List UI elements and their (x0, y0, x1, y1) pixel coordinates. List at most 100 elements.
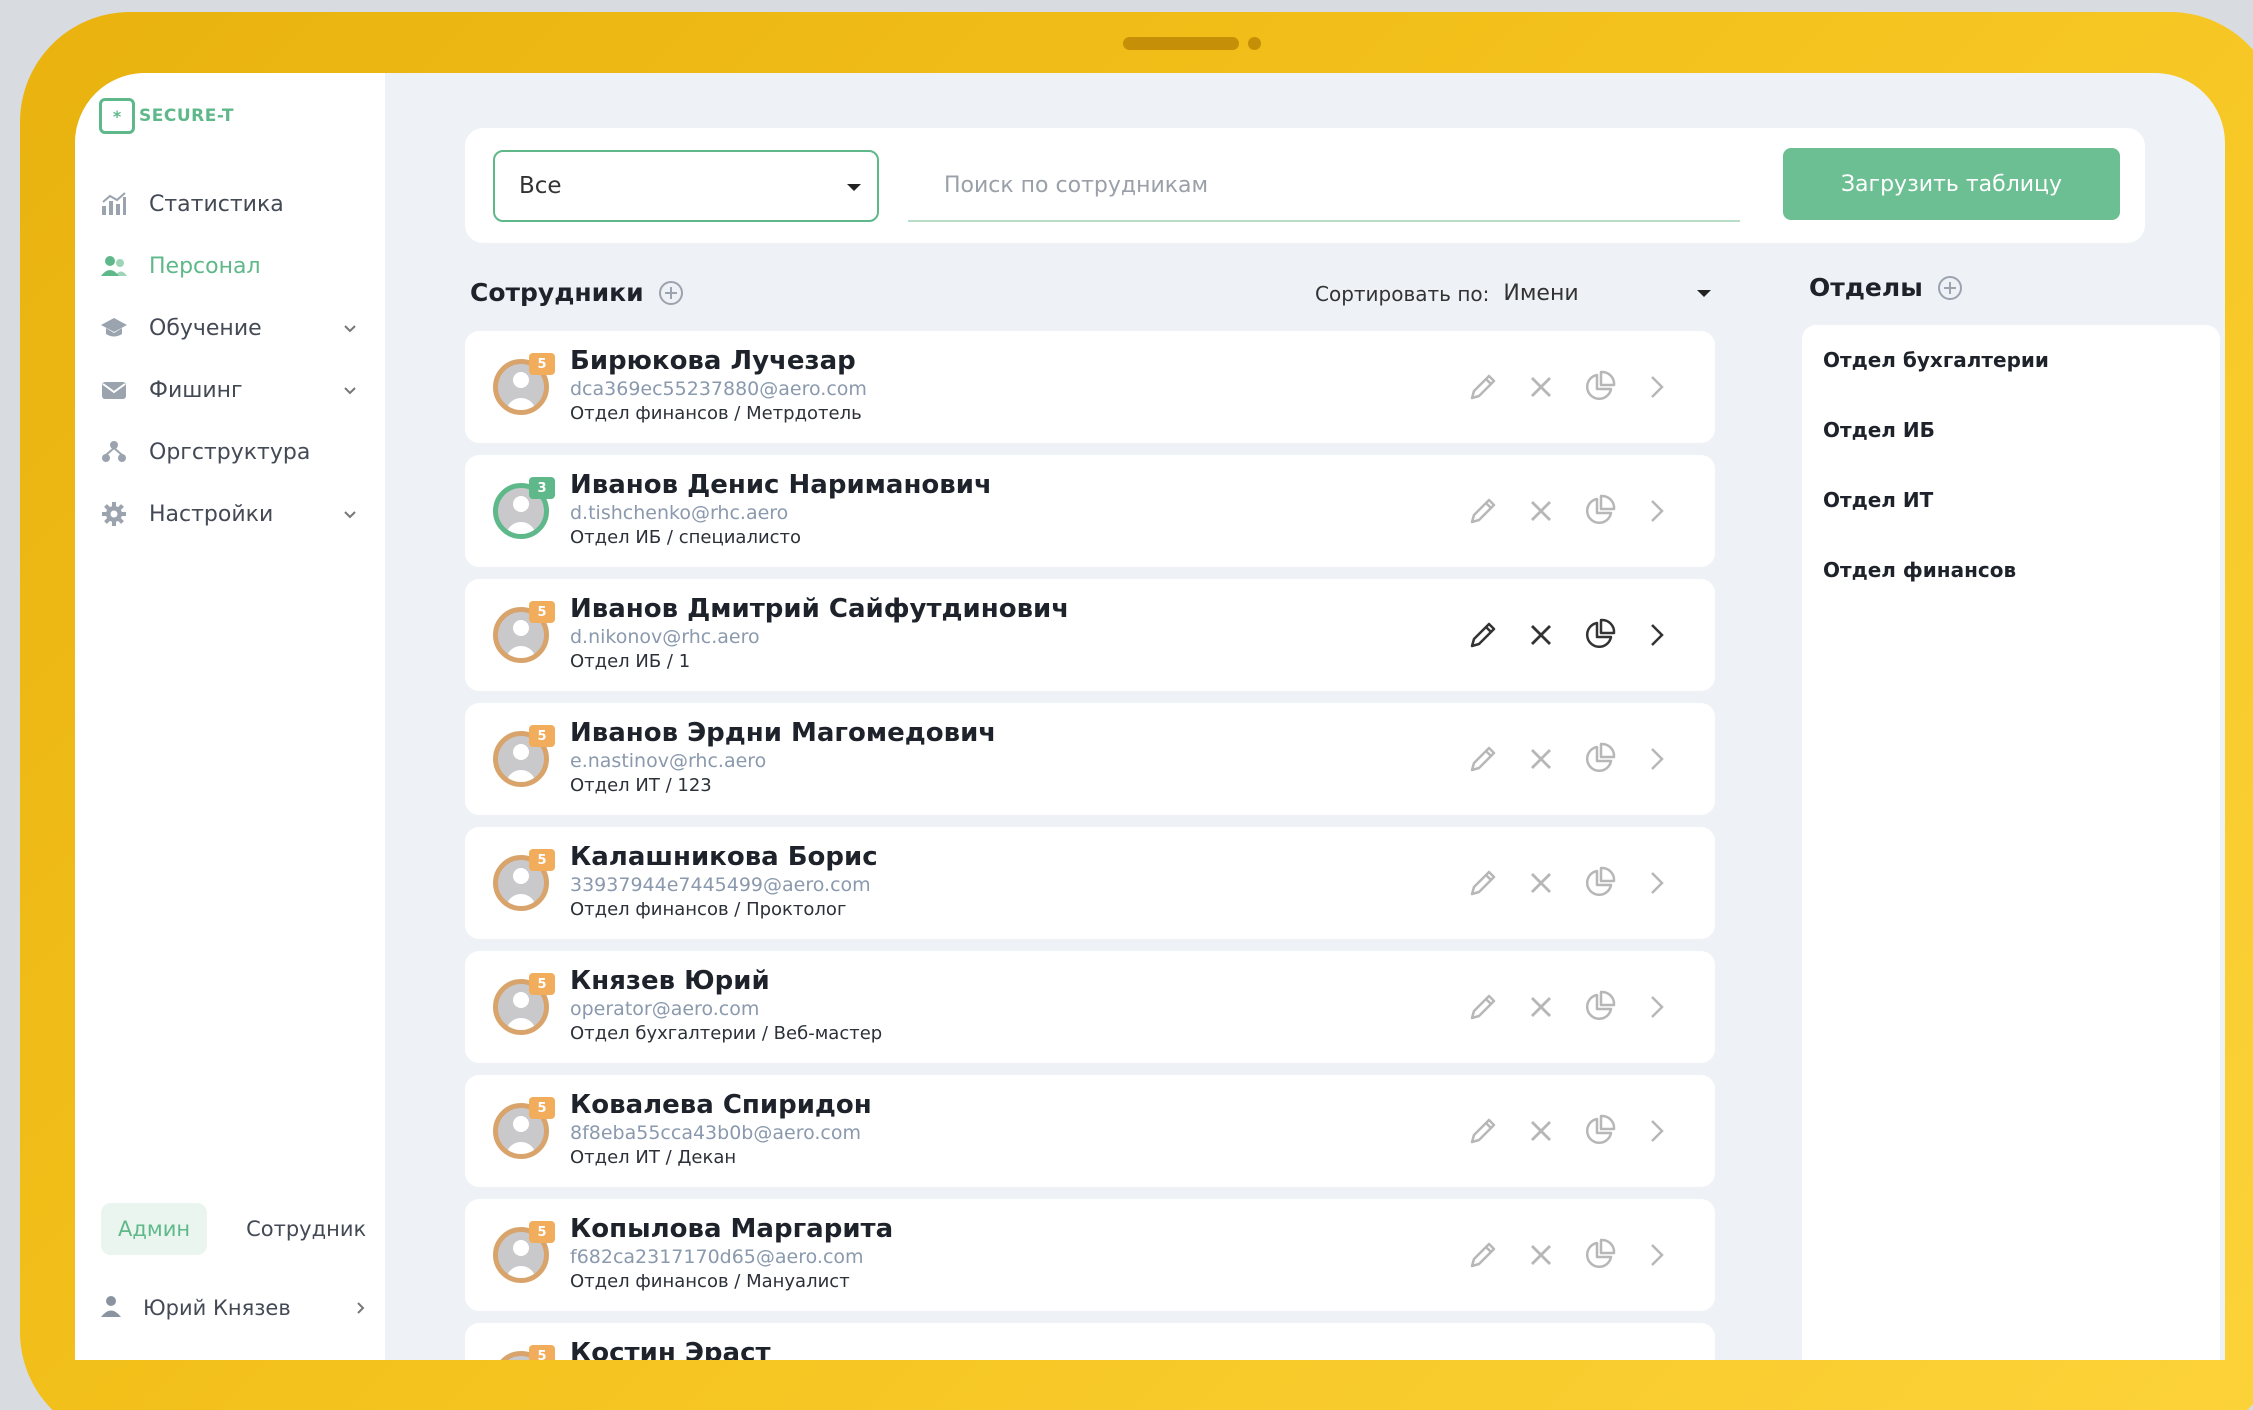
delete-icon[interactable] (1523, 741, 1559, 777)
sidebar-item-label: Статистика (149, 191, 284, 217)
chevron-right-icon[interactable] (1639, 369, 1675, 405)
employee-name: Иванов Эрдни Магомедович (570, 718, 997, 748)
delete-icon[interactable] (1523, 989, 1559, 1025)
employee-email: 8f8eba55cca43b0b@aero.com (570, 1122, 861, 1144)
logo-mark-icon: * (99, 98, 135, 134)
level-badge: 5 (529, 973, 555, 995)
avatar-head (513, 744, 529, 760)
employee-card[interactable]: 5 Иванов Эрдни Магомедович e.nastinov@rhc.… (465, 703, 1715, 815)
delete-icon[interactable] (1523, 1237, 1559, 1273)
employee-department: Отдел ИБ / 1 (570, 651, 691, 672)
delete-icon[interactable] (1523, 369, 1559, 405)
edit-icon[interactable] (1465, 989, 1501, 1025)
department-item[interactable]: Отдел ИБ (1802, 395, 2220, 465)
employee-department: Отдел финансов / Метрдотель (570, 403, 862, 424)
chevron-right-icon[interactable] (1639, 741, 1675, 777)
edit-icon[interactable] (1465, 865, 1501, 901)
employee-actions (1465, 617, 1675, 653)
employee-name: Костин Эраст (570, 1338, 771, 1360)
sidebar-item-statistics[interactable]: Статистика (99, 173, 369, 235)
employee-list: 5 Бирюкова Лучезар dca369ec55237880@aero.c… (465, 331, 1715, 1360)
chevron-right-icon[interactable] (1639, 493, 1675, 529)
role-admin-button[interactable]: Админ (101, 1203, 208, 1255)
chevron-right-icon[interactable] (1639, 617, 1675, 653)
pie-chart-icon[interactable] (1581, 865, 1617, 901)
avatar-head (513, 496, 529, 512)
delete-icon[interactable] (1523, 1113, 1559, 1149)
delete-icon[interactable] (1523, 493, 1559, 529)
camera-dot (1248, 37, 1261, 50)
sort-select[interactable]: Имени (1503, 281, 1683, 306)
pie-chart-icon[interactable] (1581, 989, 1617, 1025)
pie-chart-icon[interactable] (1581, 369, 1617, 405)
chevron-down-icon[interactable] (341, 319, 359, 337)
employee-name: Бирюкова Лучезар (570, 346, 856, 376)
edit-icon[interactable] (1465, 493, 1501, 529)
level-badge: 5 (529, 1097, 555, 1119)
edit-icon[interactable] (1465, 1113, 1501, 1149)
edit-icon[interactable] (1465, 369, 1501, 405)
upload-table-button[interactable]: Загрузить таблицу (1783, 148, 2120, 220)
chevron-right-icon[interactable] (1639, 989, 1675, 1025)
add-employee-icon[interactable] (658, 280, 684, 306)
delete-icon[interactable] (1523, 617, 1559, 653)
employees-header: Сотрудники (470, 278, 684, 307)
level-badge: 5 (529, 849, 555, 871)
org-structure-icon (99, 437, 129, 467)
pie-chart-icon[interactable] (1581, 493, 1617, 529)
employee-card[interactable]: 5 Ковалева Спиридон 8f8eba55cca43b0b@aero.… (465, 1075, 1715, 1187)
employee-card[interactable]: 5 Иванов Дмитрий Сайфутдинович d.nikonov@r… (465, 579, 1715, 691)
pie-chart-icon[interactable] (1581, 617, 1617, 653)
current-user[interactable]: Юрий Князев (99, 1288, 369, 1328)
chevron-right-icon[interactable] (1639, 1113, 1675, 1149)
avatar-body (506, 522, 536, 534)
chevron-down-icon[interactable] (341, 505, 359, 523)
delete-icon[interactable] (1523, 865, 1559, 901)
sidebar-item-label: Фишинг (149, 377, 243, 403)
add-department-icon[interactable] (1937, 275, 1963, 301)
sort-control: Сортировать по: Имени (1315, 281, 1712, 306)
edit-icon[interactable] (1465, 1237, 1501, 1273)
department-item[interactable]: Отдел финансов (1802, 535, 2220, 605)
employee-info: Иванов Дмитрий Сайфутдинович d.nikonov@rh… (570, 593, 1069, 675)
caret-down-icon[interactable] (1697, 290, 1712, 297)
avatar-body (506, 1266, 536, 1278)
toolbar: Все Загрузить таблицу (465, 128, 2145, 243)
employee-search-input[interactable] (908, 150, 1740, 222)
edit-icon[interactable] (1465, 741, 1501, 777)
chevron-right-icon[interactable] (351, 1299, 369, 1317)
departments-list: Отдел бухгалтерии Отдел ИБ Отдел ИТ Отде… (1802, 325, 2220, 1360)
employee-card[interactable]: 3 Иванов Денис Нариманович d.tishchenko@rh… (465, 455, 1715, 567)
chevron-right-icon[interactable] (1639, 1237, 1675, 1273)
sidebar-item-personnel[interactable]: Персонал (99, 235, 369, 297)
employee-card[interactable]: 5 Копылова Маргарита f682ca2317170d65@aero… (465, 1199, 1715, 1311)
sidebar-item-phishing[interactable]: Фишинг (99, 359, 369, 421)
department-item[interactable]: Отдел ИТ (1802, 465, 2220, 535)
employee-card[interactable]: 5 Князев Юрий operator@aero.com Отдел бухга… (465, 951, 1715, 1063)
departments-header: Отделы (1809, 273, 1963, 302)
avatar-head (513, 868, 529, 884)
employee-name: Копылова Маргарита (570, 1214, 894, 1244)
role-employee-button[interactable]: Сотрудник (229, 1203, 383, 1255)
sidebar-item-training[interactable]: Обучение (99, 297, 369, 359)
level-badge: 3 (529, 477, 555, 499)
pie-chart-icon[interactable] (1581, 1113, 1617, 1149)
filter-select[interactable]: Все (493, 150, 879, 222)
logo[interactable]: * SECURE-T (99, 98, 234, 134)
sidebar-item-label: Настройки (149, 501, 274, 527)
avatar-body (506, 894, 536, 906)
avatar-body (506, 398, 536, 410)
edit-icon[interactable] (1465, 617, 1501, 653)
employee-card[interactable]: 5 Калашникова Борис 33937944e7445499@aero.… (465, 827, 1715, 939)
employee-email: f682ca2317170d65@aero.com (570, 1246, 864, 1268)
department-item[interactable]: Отдел бухгалтерии (1802, 325, 2220, 395)
pie-chart-icon[interactable] (1581, 1237, 1617, 1273)
employee-card[interactable]: 5 Бирюкова Лучезар dca369ec55237880@aero.c… (465, 331, 1715, 443)
avatar-head (513, 992, 529, 1008)
sidebar-item-org-structure[interactable]: Оргструктура (99, 421, 369, 483)
pie-chart-icon[interactable] (1581, 741, 1617, 777)
employee-card[interactable]: 5 Костин Эраст (465, 1323, 1715, 1360)
chevron-right-icon[interactable] (1639, 865, 1675, 901)
sidebar-item-settings[interactable]: Настройки (99, 483, 369, 545)
chevron-down-icon[interactable] (341, 381, 359, 399)
